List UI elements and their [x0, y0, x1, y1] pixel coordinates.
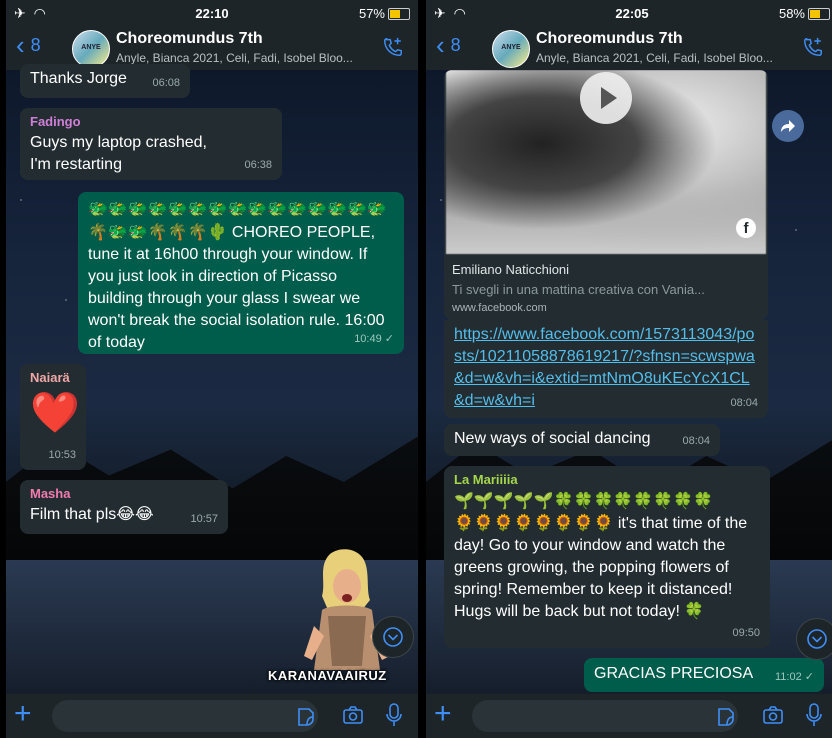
message-time: 06:38 — [244, 159, 272, 171]
chat-screen-left: ✈ ︎◠ 22:10 57% ‹ 8 ANYE Choreomundus 7th… — [6, 0, 418, 738]
chat-title[interactable]: Choreomundus 7th — [536, 30, 683, 48]
message-bubble[interactable]: Thanks Jorge 06:08 — [20, 64, 190, 98]
scroll-down-button[interactable] — [796, 618, 832, 660]
emoji-sequence: 🌱🌱🌱🌱🌱🍀🍀🍀🍀🍀🍀🍀🍀 — [454, 491, 713, 510]
preview-description: Ti svegli in una mattina creativa con Va… — [452, 282, 705, 297]
heart-emoji: ❤️ — [30, 390, 80, 436]
avatar-text: ANYE — [501, 44, 521, 51]
status-time: 22:05 — [615, 6, 649, 21]
battery-status: 57% — [359, 6, 410, 21]
message-input[interactable] — [472, 700, 738, 732]
message-bubble[interactable]: Masha Film that pls😂😂 10:57 — [20, 480, 228, 534]
sender-name: Fadingo — [30, 114, 81, 129]
message-time: 06:08 — [152, 77, 180, 89]
group-avatar[interactable]: ANYE — [492, 30, 530, 68]
message-bubble[interactable]: Fadingo Guys my laptop crashed, I'm rest… — [20, 108, 282, 180]
forward-button[interactable] — [772, 110, 804, 142]
message-bubble[interactable]: GRACIAS PRECIOSA 11:02 ✓ — [584, 658, 824, 692]
message-time: 09:50 — [732, 627, 760, 639]
emoji-sequence: 🌻🌻🌻🌻🌻🌻🌻🌻 — [454, 513, 614, 532]
battery-icon — [808, 7, 830, 20]
add-call-icon[interactable] — [802, 36, 824, 58]
plus-icon[interactable]: + — [434, 698, 452, 730]
chat-participants: Anyle, Bianca 2021, Celi, Fadi, Isobel B… — [536, 51, 773, 65]
chevron-left-icon: ‹ — [436, 30, 445, 60]
message-bubble[interactable]: 🐲🐲🐲🐲🐲🐲🐲🐲🐲🐲🐲🐲🐲🐲🐲🌴🐲🐲🌴🌴🌴🌵 CHOREO PEOPLE, tu… — [78, 192, 404, 354]
sticker-image[interactable] — [292, 546, 402, 686]
unread-count: 8 — [30, 34, 41, 55]
message-bubble[interactable]: New ways of social dancing 08:04 — [444, 424, 720, 456]
scroll-down-button[interactable] — [372, 616, 414, 658]
add-call-icon[interactable] — [382, 36, 404, 58]
message-bubble[interactable]: https://www.facebook.com/1573113043/post… — [444, 320, 768, 418]
sent-check-icon: ✓ — [384, 333, 394, 345]
sticker-caption: KARANAVAAIRUZ — [268, 668, 387, 683]
sender-name: Masha — [30, 486, 71, 501]
status-bar: ✈ ︎◠ 22:10 57% — [6, 0, 418, 26]
chat-participants: Anyle, Bianca 2021, Celi, Fadi, Isobel B… — [116, 51, 353, 65]
battery-percent: 57% — [358, 6, 385, 21]
message-link[interactable]: https://www.facebook.com/1573113043/post… — [454, 324, 758, 412]
message-time: 10:53 — [48, 449, 76, 461]
back-button[interactable]: ‹ 8 — [436, 30, 461, 60]
camera-icon[interactable] — [342, 704, 364, 726]
message-time: 11:02 ✓ — [775, 671, 814, 683]
message-bubble[interactable]: La Mariiiia 🌱🌱🌱🌱🌱🍀🍀🍀🍀🍀🍀🍀🍀 🌻🌻🌻🌻🌻🌻🌻🌻 it's … — [444, 466, 770, 648]
message-text: New ways of social dancing — [454, 430, 651, 447]
message-time: 08:04 — [682, 435, 710, 447]
message-time: 10:49 ✓ — [354, 333, 394, 345]
link-preview-card[interactable]: f Emiliano Naticchioni Ti svegli in una … — [444, 70, 768, 320]
play-icon[interactable] — [580, 72, 632, 124]
battery-percent: 58% — [778, 6, 805, 21]
avatar-text: ANYE — [81, 44, 101, 51]
message-text: GRACIAS PRECIOSA — [594, 665, 754, 682]
message-input[interactable] — [52, 700, 318, 732]
sticker-icon[interactable] — [716, 706, 736, 726]
group-avatar[interactable]: ANYE — [72, 30, 110, 68]
chat-header[interactable]: ‹ 8 ANYE Choreomundus 7th Anyle, Bianca … — [426, 26, 832, 70]
chat-screen-right: ✈ ︎◠ 22:05 58% ‹ 8 ANYE Choreomundus 7th… — [426, 0, 832, 738]
status-time: 22:10 — [195, 6, 229, 21]
plus-icon[interactable]: + — [14, 698, 32, 730]
battery-status: 58% — [779, 6, 830, 21]
message-text: CHOREO PEOPLE, tune it at 16h00 through … — [88, 224, 385, 351]
sticker-icon[interactable] — [296, 706, 316, 726]
back-button[interactable]: ‹ 8 — [16, 30, 41, 60]
camera-icon[interactable] — [762, 704, 784, 726]
status-bar: ✈ ︎◠ 22:05 58% — [426, 0, 832, 26]
chevron-down-icon — [807, 629, 827, 649]
unread-count: 8 — [450, 34, 461, 55]
sender-name: La Mariiiia — [454, 472, 518, 487]
message-bubble[interactable]: Naiarä ❤️ 10:53 — [20, 364, 86, 470]
chat-title[interactable]: Choreomundus 7th — [116, 30, 263, 48]
message-input-bar: + — [426, 694, 832, 738]
message-text: Guys my laptop crashed, I'm restarting — [30, 134, 207, 173]
facebook-icon: f — [736, 218, 756, 238]
microphone-icon[interactable] — [386, 702, 402, 728]
message-input-bar: + — [6, 694, 418, 738]
chevron-left-icon: ‹ — [16, 30, 25, 60]
preview-url: www.facebook.com — [452, 302, 547, 314]
sender-name: Naiarä — [30, 370, 70, 385]
sent-check-icon: ✓ — [804, 671, 814, 683]
chevron-down-icon — [383, 627, 403, 647]
battery-icon — [388, 7, 410, 20]
preview-title: Emiliano Naticchioni — [452, 262, 570, 277]
message-time: 08:04 — [730, 397, 758, 409]
forward-arrow-icon — [781, 120, 795, 132]
message-text: Thanks Jorge — [30, 70, 127, 87]
message-time: 10:57 — [190, 513, 218, 525]
microphone-icon[interactable] — [806, 702, 822, 728]
